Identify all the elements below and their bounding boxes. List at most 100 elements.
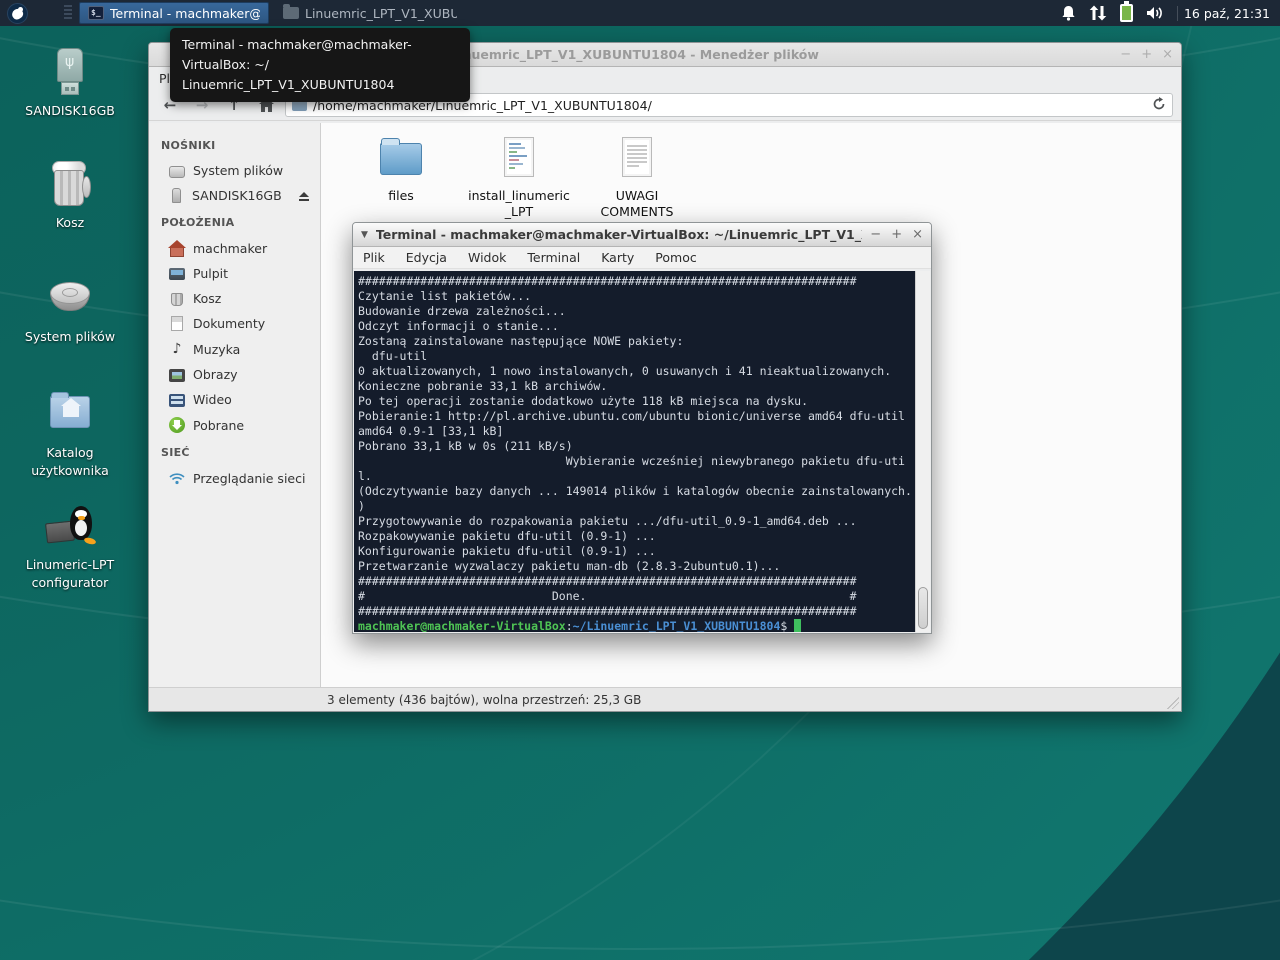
sidebar-item-label: SANDISK16GB bbox=[192, 188, 282, 203]
battery-icon[interactable] bbox=[1120, 4, 1133, 22]
whisker-menu-icon bbox=[7, 3, 28, 24]
minimize-button[interactable]: − bbox=[870, 228, 881, 242]
desktop-icon-katalog-uzytkownika[interactable]: Katalog użytkownika bbox=[8, 388, 132, 480]
usb-icon bbox=[172, 188, 181, 203]
taskbar-tooltip: Terminal - machmaker@machmaker-VirtualBo… bbox=[170, 28, 470, 102]
menu-karty[interactable]: Karty bbox=[601, 250, 634, 265]
resize-grip[interactable] bbox=[1167, 697, 1179, 709]
terminal-window: ▼ Terminal - machmaker@machmaker-Virtual… bbox=[352, 222, 932, 634]
status-text: 3 elementy (436 bajtów), wolna przestrze… bbox=[327, 693, 641, 707]
sidebar-item-label: Obrazy bbox=[193, 367, 238, 382]
home-icon bbox=[169, 240, 185, 256]
maximize-button[interactable]: + bbox=[891, 228, 902, 242]
text-file-icon bbox=[613, 135, 661, 183]
sidebar-item-label: Wideo bbox=[193, 392, 232, 407]
sidebar-item-label: Kosz bbox=[193, 291, 221, 306]
desktop-icon-sandisk16gb[interactable]: SANDISK16GB bbox=[8, 46, 132, 120]
desktop-icon-linumeric-lpt-configurator[interactable]: Linumeric-LPT configurator bbox=[8, 500, 132, 592]
drive-icon bbox=[169, 166, 185, 178]
sidebar-item-przegladanie-sieci[interactable]: Przeglądanie sieci bbox=[149, 465, 320, 491]
sidebar-item-label: Dokumenty bbox=[193, 316, 265, 331]
prompt-user: machmaker@machmaker-VirtualBox bbox=[358, 619, 566, 632]
whisker-menu-button[interactable] bbox=[0, 0, 34, 26]
tooltip-line2: Linuemric_LPT_V1_XUBUNTU1804 bbox=[182, 75, 458, 95]
file-item-uwagi-comments[interactable]: UWAGI COMMENTS bbox=[583, 135, 691, 220]
file-item-files[interactable]: files bbox=[347, 135, 455, 204]
close-button[interactable]: × bbox=[912, 228, 923, 242]
top-panel: $_ Terminal - machmaker@mac... Linuemric… bbox=[0, 0, 1280, 26]
menu-plik[interactable]: Plik bbox=[363, 250, 385, 265]
sidebar-item-pulpit[interactable]: Pulpit bbox=[149, 261, 320, 286]
minimize-button[interactable]: − bbox=[1120, 48, 1131, 62]
desktop-icon-label: Katalog użytkownika bbox=[8, 444, 132, 480]
system-tray: 16 paź, 21:31 bbox=[1061, 4, 1280, 22]
scrollbar-thumb[interactable] bbox=[918, 587, 928, 629]
sidebar-item-label: System plików bbox=[193, 163, 283, 178]
usb-drive-icon bbox=[44, 46, 96, 98]
terminal-text: ########################################… bbox=[358, 274, 912, 618]
terminal-window-title: Terminal - machmaker@machmaker-VirtualBo… bbox=[376, 227, 862, 242]
folder-icon bbox=[283, 7, 299, 19]
sidebar-item-pobrane[interactable]: Pobrane bbox=[149, 412, 320, 438]
sidebar-item-label: Pulpit bbox=[193, 266, 228, 281]
panel-clock[interactable]: 16 paź, 21:31 bbox=[1177, 6, 1270, 21]
video-icon bbox=[169, 394, 185, 407]
image-icon bbox=[169, 369, 185, 382]
wifi-icon bbox=[169, 470, 185, 486]
hard-disk-icon bbox=[44, 272, 96, 324]
volume-icon[interactable] bbox=[1146, 5, 1164, 21]
desktop-icon-label: Linumeric-LPT configurator bbox=[8, 556, 132, 592]
taskbar-button-file-manager[interactable]: Linuemric_LPT_V1_XUBUNT... bbox=[275, 2, 465, 24]
menu-terminal[interactable]: Terminal bbox=[527, 250, 580, 265]
sidebar-item-wideo[interactable]: Wideo bbox=[149, 387, 320, 412]
terminal-cursor bbox=[794, 619, 801, 632]
window-menu-icon[interactable]: ▼ bbox=[361, 230, 368, 240]
menu-pomoc[interactable]: Pomoc bbox=[655, 250, 696, 265]
sidebar-item-dokumenty[interactable]: Dokumenty bbox=[149, 311, 320, 336]
close-button[interactable]: × bbox=[1162, 48, 1173, 62]
notifications-bell-icon[interactable] bbox=[1061, 5, 1076, 21]
sidebar-item-muzyka[interactable]: ♪ Muzyka bbox=[149, 336, 320, 362]
terminal-titlebar[interactable]: ▼ Terminal - machmaker@machmaker-Virtual… bbox=[353, 223, 931, 247]
file-name: UWAGI COMMENTS bbox=[583, 188, 691, 220]
file-item-install-linumeric-lpt[interactable]: install_linumeric_LPT bbox=[465, 135, 573, 220]
download-icon bbox=[169, 417, 185, 433]
sidebar-item-label: Muzyka bbox=[193, 342, 240, 357]
desktop: SANDISK16GB Kosz System plików Katalog u… bbox=[0, 0, 1280, 960]
menu-widok[interactable]: Widok bbox=[468, 250, 506, 265]
desktop-icon-label: Kosz bbox=[56, 214, 84, 232]
sidebar-header-polozenia: POŁOŻENIA bbox=[149, 208, 320, 235]
music-note-icon: ♪ bbox=[169, 341, 185, 357]
prompt-path: ~/Linuemric_LPT_V1_XUBUNTU1804 bbox=[573, 619, 781, 632]
menu-edycja[interactable]: Edycja bbox=[406, 250, 447, 265]
sidebar-item-label: Przeglądanie sieci bbox=[193, 471, 305, 486]
tux-device-icon bbox=[44, 500, 96, 552]
script-file-icon bbox=[495, 135, 543, 183]
sidebar-item-obrazy[interactable]: Obrazy bbox=[149, 362, 320, 387]
desktop-icon bbox=[169, 268, 185, 280]
taskbar-button-label: Terminal - machmaker@mac... bbox=[110, 6, 260, 21]
tooltip-line1: Terminal - machmaker@machmaker-VirtualBo… bbox=[182, 35, 458, 75]
sidebar-item-sandisk16gb[interactable]: SANDISK16GB bbox=[149, 183, 320, 208]
desktop-icon-kosz[interactable]: Kosz bbox=[8, 158, 132, 232]
terminal-menubar: Plik Edycja Widok Terminal Karty Pomoc bbox=[353, 247, 931, 269]
network-updown-icon[interactable] bbox=[1089, 5, 1107, 21]
prompt-dollar: $ bbox=[780, 619, 787, 632]
eject-icon[interactable] bbox=[298, 192, 310, 202]
desktop-icon-system-plikow[interactable]: System plików bbox=[8, 272, 132, 346]
terminal-scrollbar[interactable] bbox=[915, 271, 930, 632]
home-folder-icon bbox=[44, 388, 96, 440]
maximize-button[interactable]: + bbox=[1141, 48, 1152, 62]
refresh-icon[interactable] bbox=[1152, 97, 1166, 114]
sidebar-item-system-plikow[interactable]: System plików bbox=[149, 158, 320, 183]
terminal-icon: $_ bbox=[88, 6, 104, 20]
file-name: files bbox=[388, 188, 414, 204]
panel-separator bbox=[64, 5, 72, 21]
desktop-icon-label: SANDISK16GB bbox=[25, 102, 115, 120]
sidebar-header-siec: SIEĆ bbox=[149, 438, 320, 465]
terminal-output[interactable]: ########################################… bbox=[354, 271, 915, 632]
sidebar-item-machmaker[interactable]: machmaker bbox=[149, 235, 320, 261]
fm-statusbar: 3 elementy (436 bajtów), wolna przestrze… bbox=[149, 687, 1181, 711]
sidebar-item-kosz[interactable]: Kosz bbox=[149, 286, 320, 311]
taskbar-button-terminal[interactable]: $_ Terminal - machmaker@mac... bbox=[79, 2, 269, 24]
